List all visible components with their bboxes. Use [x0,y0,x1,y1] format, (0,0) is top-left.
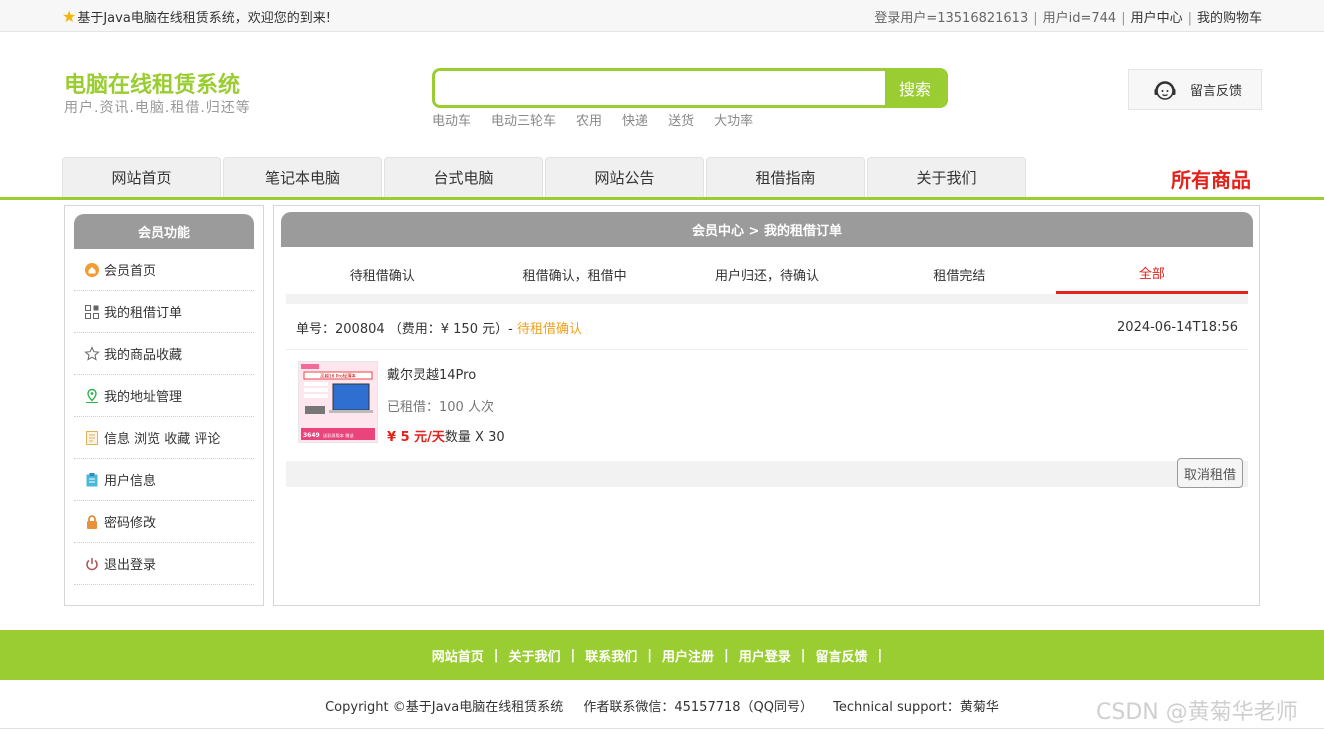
sidebar-item-logout[interactable]: 退出登录 [74,543,254,585]
search-box: 搜索 [432,68,948,108]
footer-link-feedback[interactable]: 留言反馈 [816,646,868,665]
feedback-button[interactable]: 留言反馈 [1128,69,1262,110]
nav-item-announcements[interactable]: 网站公告 [545,157,704,197]
nav-item-rental-guide[interactable]: 租借指南 [706,157,865,197]
tab-pending-confirm[interactable]: 待租借确认 [286,254,478,294]
footer-link-register[interactable]: 用户注册 [662,646,714,665]
hot-keyword[interactable]: 大功率 [714,110,753,129]
hot-keyword[interactable]: 电动三轮车 [491,110,556,129]
nav-item-about[interactable]: 关于我们 [867,157,1026,197]
order-datetime: 2024-06-14T18:56 [1117,320,1238,335]
member-sidebar: 会员功能 会员首页 我的租借订单 我的商品收藏 我的地址管理 信息 浏览 收藏 … [64,205,264,606]
login-user-text: 登录用户=13516821613 [874,11,1029,26]
nav-item-desktops[interactable]: 台式电脑 [384,157,543,197]
product-name[interactable]: 戴尔灵越14Pro [387,364,505,383]
feedback-label: 留言反馈 [1190,84,1243,99]
tab-returned[interactable]: 用户归还，待确认 [671,254,863,294]
welcome-text: 基于Java电脑在线租赁系统，欢迎您的到来! [77,11,332,26]
footer-link-contact[interactable]: 联系我们 [585,646,637,665]
all-goods-link[interactable]: 所有商品 [1171,164,1251,193]
status-badge: 待租借确认 [516,322,582,337]
sidebar-item-my-orders[interactable]: 我的租借订单 [74,291,254,333]
star-icon [84,345,100,362]
clipboard-icon [84,472,100,488]
author-contact: 作者联系微信：45157718（QQ同号） [583,700,813,715]
product-image-title: 灵越16 Pro轻薄本 [320,373,357,380]
daily-price: ¥ 5 元/天 [387,430,445,445]
hot-keyword[interactable]: 快递 [622,110,648,129]
sidebar-item-label: 会员首页 [104,264,157,279]
order-number: 单号：200804 （费用：¥ 150 元）- [296,322,513,337]
search-button[interactable]: 搜索 [885,71,945,105]
home-icon [84,262,100,278]
watermark: CSDN @黄菊华老师 [1096,700,1298,725]
sidebar-item-label: 我的商品收藏 [104,348,183,363]
nav-divider [0,197,1324,200]
sidebar-item-member-home[interactable]: 会员首页 [74,249,254,291]
footer-link-login[interactable]: 用户登录 [739,646,791,665]
top-bar: ★ 基于Java电脑在线租赁系统，欢迎您的到来! 登录用户=1351682161… [0,0,1324,32]
sidebar-item-label: 信息 浏览 收藏 评论 [104,432,221,447]
main-nav: 网站首页 笔记本电脑 台式电脑 网站公告 租借指南 关于我们 [62,157,1026,197]
orders-panel: 会员中心 > 我的租借订单 待租借确认 租借确认，租借中 用户归还，待确认 租借… [273,205,1260,606]
customer-service-icon [1154,80,1176,100]
cart-link[interactable]: 我的购物车 [1197,11,1262,26]
hot-keyword[interactable]: 电动车 [432,110,471,129]
sidebar-item-change-password[interactable]: 密码修改 [74,501,254,543]
tab-all[interactable]: 全部 [1055,254,1249,294]
user-id-text: 用户id=744 [1042,11,1117,26]
hot-keyword[interactable]: 农用 [576,110,602,129]
footer-link-about[interactable]: 关于我们 [508,646,560,665]
sidebar-item-label: 密码修改 [104,516,157,531]
bottom-divider [0,728,1324,729]
tab-completed[interactable]: 租借完结 [863,254,1055,294]
sidebar-title: 会员功能 [74,214,254,249]
product-image[interactable]: 灵越16 Pro轻薄本 3649 送彩屏版本 赠送 [298,361,378,443]
site-logo-title[interactable]: 电脑在线租赁系统 [64,67,240,99]
sidebar-item-label: 退出登录 [104,558,157,573]
nav-item-laptops[interactable]: 笔记本电脑 [223,157,382,197]
hot-keyword[interactable]: 送货 [668,110,694,129]
sidebar-item-label: 我的地址管理 [104,390,183,405]
nav-item-home[interactable]: 网站首页 [62,157,221,197]
hot-keywords: 电动车 电动三轮车 农用 快递 送货 大功率 [432,110,753,129]
footer-link-home[interactable]: 网站首页 [432,646,484,665]
sidebar-item-user-info[interactable]: 用户信息 [74,459,254,501]
lock-icon [84,514,100,530]
user-center-link[interactable]: 用户中心 [1131,11,1183,26]
sidebar-item-browse-info[interactable]: 信息 浏览 收藏 评论 [74,417,254,459]
copyright-text: Copyright ©基于Java电脑在线租赁系统 [325,700,564,715]
star-icon: ★ [62,6,77,26]
footer-links: 网站首页 | 关于我们 | 联系我们 | 用户注册 | 用户登录 | 留言反馈 | [0,630,1324,680]
document-icon [84,430,100,446]
sidebar-item-favorites[interactable]: 我的商品收藏 [74,333,254,375]
quantity: 数量 X 30 [444,430,505,445]
tab-renting[interactable]: 租借确认，租借中 [478,254,670,294]
divider [286,294,1248,304]
price-quantity: ¥ 5 元/天数量 X 30 [387,426,505,445]
product-image-price: 3649 [303,432,320,439]
sidebar-item-label: 我的租借订单 [104,306,183,321]
search-input[interactable] [435,71,885,105]
cancel-rental-button[interactable]: 取消租借 [1176,458,1243,488]
breadcrumb: 会员中心 > 我的租借订单 [281,212,1253,247]
sidebar-item-label: 用户信息 [104,474,157,489]
technical-support: Technical support：黄菊华 [833,700,999,715]
power-icon [84,556,100,572]
sidebar-item-address[interactable]: 我的地址管理 [74,375,254,417]
product-image-caption: 送彩屏版本 赠送 [323,432,354,439]
rented-count: 已租借：100 人次 [387,400,494,415]
order-actions-bar: 取消租借 [286,458,1248,488]
product-info: 戴尔灵越14Pro 已租借：100 人次 ¥ 5 元/天数量 X 30 [387,364,505,445]
order-status-tabs: 待租借确认 租借确认，租借中 用户归还，待确认 租借完结 全部 [286,254,1249,294]
order-icon [84,304,100,320]
site-logo-subtitle: 用户.资讯.电脑.租借.归还等 [64,100,251,116]
order-header: 单号：200804 （费用：¥ 150 元）- 待租借确认 2024-06-14… [286,306,1248,350]
location-icon [84,388,100,404]
user-links: 登录用户=13516821613 | 用户id=744 | 用户中心 | 我的购物车 [874,11,1262,26]
welcome-message: ★ 基于Java电脑在线租赁系统，欢迎您的到来! [62,7,331,26]
